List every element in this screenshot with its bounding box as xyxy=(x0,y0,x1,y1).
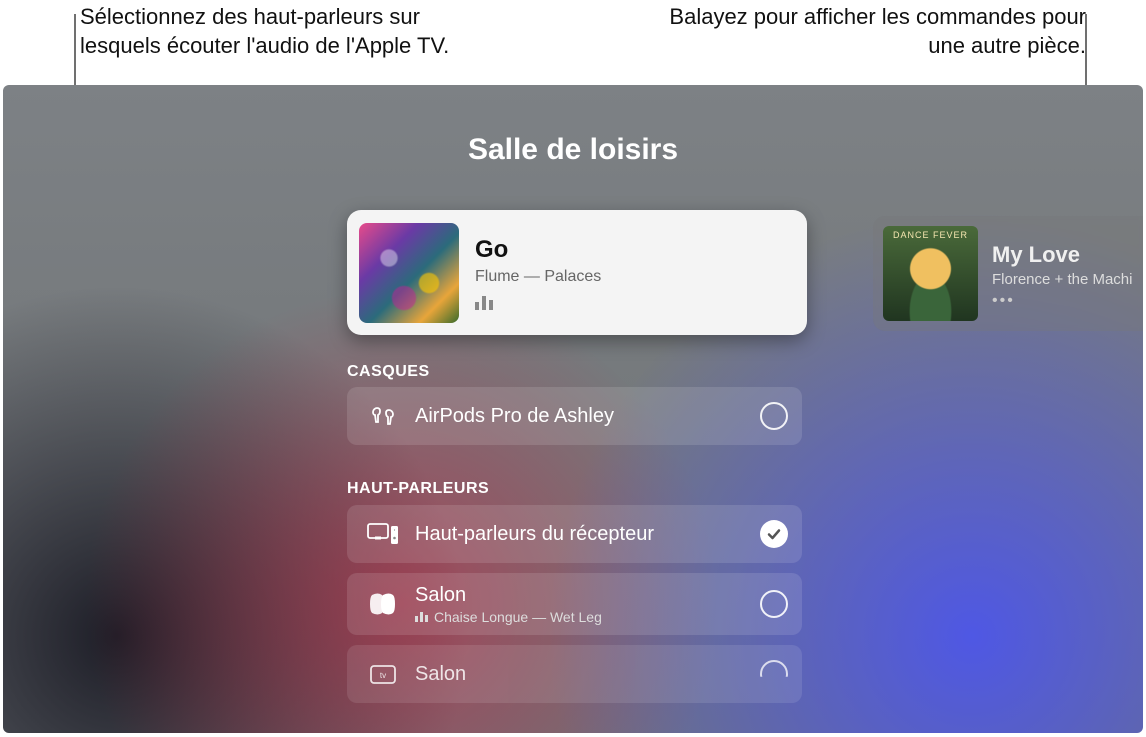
now-playing-card-current[interactable]: Go Flume — Palaces xyxy=(347,210,807,335)
album-art xyxy=(359,223,459,323)
device-row-salon-homepod[interactable]: Salon Chaise Longue — Wet Leg xyxy=(347,573,802,635)
device-title: Salon xyxy=(415,663,760,686)
album-art-next: DANCE FEVER xyxy=(883,226,978,321)
apple-tv-box-icon: tv xyxy=(365,656,401,692)
more-icon: ••• xyxy=(992,296,1133,306)
callout-swipe-rooms: Balayez pour afficher les commandes pour… xyxy=(666,3,1086,60)
selection-indicator[interactable] xyxy=(760,402,788,430)
now-playing-row: Go Flume — Palaces DANCE FEVER My Love F… xyxy=(3,210,1143,350)
device-title: AirPods Pro de Ashley xyxy=(415,405,760,428)
next-track-subtitle: Florence + the Machi xyxy=(992,271,1133,288)
device-row-airpods[interactable]: AirPods Pro de Ashley xyxy=(347,387,802,445)
callout-select-speakers: Sélectionnez des haut-parleurs sur lesqu… xyxy=(80,3,500,60)
device-title: Salon xyxy=(415,584,760,607)
device-title: Haut-parleurs du récepteur xyxy=(415,523,760,546)
album-art-next-label: DANCE FEVER xyxy=(883,230,978,240)
section-header-headphones: CASQUES xyxy=(347,363,430,381)
device-row-receiver-speakers[interactable]: Haut-parleurs du récepteur xyxy=(347,505,802,563)
device-now-playing-subtitle: Chaise Longue — Wet Leg xyxy=(415,609,760,625)
track-title: Go xyxy=(475,236,601,264)
apple-tv-audio-control-screen: Salle de loisirs Go Flume — Palaces DANC… xyxy=(3,85,1143,733)
selection-indicator-checked[interactable] xyxy=(760,520,788,548)
selection-indicator[interactable] xyxy=(760,590,788,618)
airpods-pro-icon xyxy=(365,398,401,434)
now-playing-equalizer-icon xyxy=(475,296,601,310)
section-header-speakers: HAUT-PARLEURS xyxy=(347,480,489,498)
selection-indicator[interactable] xyxy=(760,660,788,688)
next-track-title: My Love xyxy=(992,242,1133,268)
homepod-pair-icon xyxy=(365,586,401,622)
mini-equalizer-icon xyxy=(415,612,428,622)
room-title: Salle de loisirs xyxy=(3,85,1143,167)
svg-text:tv: tv xyxy=(380,671,386,680)
track-subtitle: Flume — Palaces xyxy=(475,268,601,286)
device-row-salon-appletv[interactable]: tv Salon xyxy=(347,645,802,703)
now-playing-card-next-room[interactable]: DANCE FEVER My Love Florence + the Machi… xyxy=(873,216,1143,331)
tv-speaker-icon xyxy=(365,516,401,552)
